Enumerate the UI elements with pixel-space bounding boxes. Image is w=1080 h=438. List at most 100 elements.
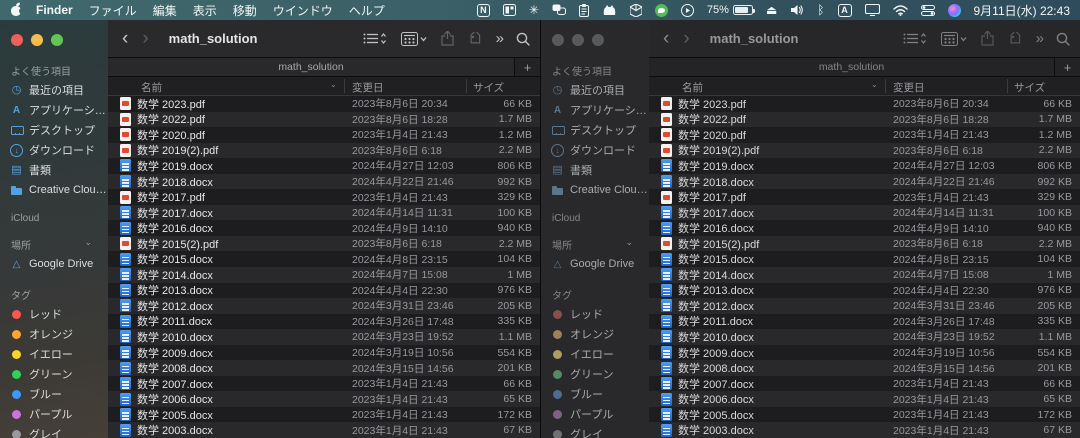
- minimize-button[interactable]: [31, 34, 43, 46]
- share-icon[interactable]: [441, 31, 454, 46]
- file-row[interactable]: 数学 2015.docx 2024年4月8日 23:15 104 KB: [649, 251, 1080, 267]
- new-tab-button[interactable]: +: [514, 58, 540, 76]
- new-tab-button[interactable]: +: [1054, 58, 1080, 76]
- file-row[interactable]: 数学 2015(2).pdf 2023年8月6日 6:18 2.2 MB: [108, 236, 540, 252]
- file-row[interactable]: 数学 2017.docx 2024年4月14日 11:31 100 KB: [108, 205, 540, 221]
- column-header-size[interactable]: サイズ: [1014, 80, 1045, 95]
- column-header-name[interactable]: 名前: [682, 80, 703, 95]
- zoom-button[interactable]: [51, 34, 63, 46]
- menu-app-name[interactable]: Finder: [36, 3, 73, 17]
- file-row[interactable]: 数学 2017.pdf 2023年1月4日 21:43 329 KB: [649, 189, 1080, 205]
- sidebar-tag-item[interactable]: パープル: [0, 404, 108, 424]
- file-row[interactable]: 数学 2015(2).pdf 2023年8月6日 6:18 2.2 MB: [649, 236, 1080, 252]
- play-circle-icon[interactable]: [681, 3, 694, 17]
- menu-edit[interactable]: 編集: [153, 2, 177, 19]
- menu-file[interactable]: ファイル: [89, 2, 137, 19]
- sidebar-item[interactable]: 書類: [541, 160, 649, 180]
- sidebar-tag-item[interactable]: ブルー: [0, 384, 108, 404]
- file-row[interactable]: 数学 2013.docx 2024年4月4日 22:30 976 KB: [649, 283, 1080, 299]
- column-header-modified[interactable]: 変更日: [352, 80, 384, 95]
- forward-button[interactable]: ›: [683, 29, 689, 48]
- file-row[interactable]: 数学 2006.docx 2023年1月4日 21:43 65 KB: [649, 391, 1080, 407]
- eject-icon[interactable]: ⏏: [766, 3, 777, 17]
- input-source-a-icon[interactable]: A: [838, 4, 852, 17]
- sidebar-item[interactable]: 最近の項目: [541, 80, 649, 100]
- line-icon[interactable]: [655, 4, 668, 17]
- file-row[interactable]: 数学 2022.pdf 2023年8月6日 18:28 1.7 MB: [649, 112, 1080, 128]
- file-row[interactable]: 数学 2016.docx 2024年4月9日 14:10 940 KB: [108, 220, 540, 236]
- sidebar-tag-item[interactable]: ブルー: [541, 384, 649, 404]
- translate-chat-icon[interactable]: [552, 3, 566, 17]
- close-button[interactable]: [11, 34, 23, 46]
- file-row[interactable]: 数学 2020.pdf 2023年1月4日 21:43 1.2 MB: [649, 127, 1080, 143]
- sidebar-item[interactable]: アプリケーション: [0, 100, 108, 120]
- tab-math-solution[interactable]: math_solution: [649, 58, 1054, 76]
- file-row[interactable]: 数学 2006.docx 2023年1月4日 21:43 65 KB: [108, 391, 540, 407]
- notion-icon[interactable]: N: [477, 4, 490, 17]
- sidebar-item[interactable]: Creative Cloud F…: [0, 180, 108, 200]
- file-row[interactable]: 数学 2003.docx 2023年1月4日 21:43 67 KB: [108, 422, 540, 438]
- toggles-icon[interactable]: [921, 3, 935, 17]
- share-icon[interactable]: [981, 31, 994, 46]
- file-row[interactable]: 数学 2008.docx 2024年3月15日 14:56 201 KB: [108, 360, 540, 376]
- file-row[interactable]: 数学 2012.docx 2024年3月31日 23:46 205 KB: [649, 298, 1080, 314]
- tag-icon[interactable]: [468, 32, 482, 46]
- flower-settings-icon[interactable]: ✳: [529, 3, 539, 17]
- file-row[interactable]: 数学 2020.pdf 2023年1月4日 21:43 1.2 MB: [108, 127, 540, 143]
- sidebar-tag-item[interactable]: オレンジ: [541, 324, 649, 344]
- view-list-sort-icon[interactable]: [363, 32, 387, 45]
- sidebar-item[interactable]: アプリケーション: [541, 100, 649, 120]
- search-icon[interactable]: [516, 32, 530, 46]
- tag-icon[interactable]: [1008, 32, 1022, 46]
- file-row[interactable]: 数学 2019(2).pdf 2023年8月6日 6:18 2.2 MB: [108, 143, 540, 159]
- menu-bar-clock[interactable]: 9月11日(水) 22:43: [974, 2, 1071, 19]
- search-icon[interactable]: [1056, 32, 1070, 46]
- file-row[interactable]: 数学 2013.docx 2024年4月4日 22:30 976 KB: [108, 283, 540, 299]
- file-row[interactable]: 数学 2018.docx 2024年4月22日 21:46 992 KB: [108, 174, 540, 190]
- file-row[interactable]: 数学 2009.docx 2024年3月19日 10:56 554 KB: [649, 345, 1080, 361]
- file-row[interactable]: 数学 2010.docx 2024年3月23日 19:52 1.1 MB: [108, 329, 540, 345]
- minimize-button[interactable]: [572, 34, 584, 46]
- sort-direction-icon[interactable]: ⌄: [871, 80, 878, 89]
- siri-icon[interactable]: [948, 4, 961, 17]
- bluetooth-icon[interactable]: ᛒ: [817, 3, 824, 17]
- file-row[interactable]: 数学 2011.docx 2024年3月26日 17:48 335 KB: [108, 314, 540, 330]
- sidebar-tag-item[interactable]: レッド: [541, 304, 649, 324]
- sidebar-item[interactable]: ダウンロード: [541, 140, 649, 160]
- zoom-button[interactable]: [592, 34, 604, 46]
- menu-help[interactable]: ヘルプ: [349, 2, 385, 19]
- view-list-sort-icon[interactable]: [903, 32, 927, 45]
- sidebar-item[interactable]: 最近の項目: [0, 80, 108, 100]
- file-row[interactable]: 数学 2019.docx 2024年4月27日 12:03 806 KB: [649, 158, 1080, 174]
- file-row[interactable]: 数学 2010.docx 2024年3月23日 19:52 1.1 MB: [649, 329, 1080, 345]
- cube-app-icon[interactable]: [630, 3, 642, 17]
- file-row[interactable]: 数学 2014.docx 2024年4月7日 15:08 1 MB: [649, 267, 1080, 283]
- menu-go[interactable]: 移動: [233, 2, 257, 19]
- sidebar-item[interactable]: デスクトップ: [541, 120, 649, 140]
- file-row[interactable]: 数学 2014.docx 2024年4月7日 15:08 1 MB: [108, 267, 540, 283]
- sidebar-tag-item[interactable]: グリーン: [541, 364, 649, 384]
- clipboard-icon[interactable]: [579, 3, 589, 17]
- column-header-size[interactable]: サイズ: [473, 80, 504, 95]
- file-row[interactable]: 数学 2011.docx 2024年3月26日 17:48 335 KB: [649, 314, 1080, 330]
- sidebar-tag-item[interactable]: レッド: [0, 304, 108, 324]
- file-row[interactable]: 数学 2015.docx 2024年4月8日 23:15 104 KB: [108, 251, 540, 267]
- forward-button[interactable]: ›: [142, 29, 148, 48]
- file-row[interactable]: 数学 2016.docx 2024年4月9日 14:10 940 KB: [649, 220, 1080, 236]
- more-toolbar-icon[interactable]: »: [496, 30, 502, 47]
- sidebar-item[interactable]: Creative Cloud F…: [541, 180, 649, 200]
- more-toolbar-icon[interactable]: »: [1036, 30, 1042, 47]
- file-row[interactable]: 数学 2017.docx 2024年4月14日 11:31 100 KB: [649, 205, 1080, 221]
- group-by-icon[interactable]: [401, 32, 427, 46]
- file-row[interactable]: 数学 2005.docx 2023年1月4日 21:43 172 KB: [108, 407, 540, 423]
- menu-window[interactable]: ウインドウ: [273, 2, 333, 19]
- chevron-down-icon[interactable]: ⌄: [84, 237, 92, 252]
- close-button[interactable]: [552, 34, 564, 46]
- sidebar-tag-item[interactable]: グレイ: [0, 424, 108, 438]
- file-row[interactable]: 数学 2007.docx 2023年1月4日 21:43 66 KB: [649, 376, 1080, 392]
- group-by-icon[interactable]: [941, 32, 967, 46]
- sidebar-item[interactable]: デスクトップ: [0, 120, 108, 140]
- file-row[interactable]: 数学 2007.docx 2023年1月4日 21:43 66 KB: [108, 376, 540, 392]
- battery-icon[interactable]: 75%: [707, 4, 753, 16]
- file-row[interactable]: 数学 2022.pdf 2023年8月6日 18:28 1.7 MB: [108, 112, 540, 128]
